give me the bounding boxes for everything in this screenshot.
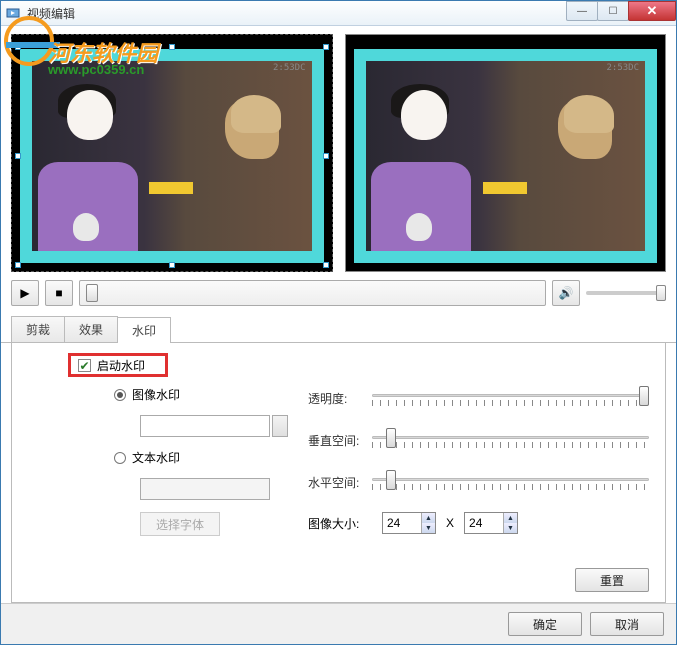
crop-handle-tm[interactable] <box>169 44 175 50</box>
crop-handle-ml[interactable] <box>15 153 21 159</box>
seek-thumb[interactable] <box>86 284 98 302</box>
titlebar[interactable]: 视频编辑 — ☐ ✕ <box>1 1 676 26</box>
crop-handle-br[interactable] <box>323 262 329 268</box>
browse-image-button[interactable] <box>272 415 288 437</box>
text-watermark-input[interactable] <box>140 478 270 500</box>
play-icon: ▶ <box>20 286 29 300</box>
width-down[interactable]: ▼ <box>421 523 435 533</box>
tabs: 剪裁 效果 水印 <box>1 316 676 343</box>
vspace-thumb[interactable] <box>386 428 396 448</box>
vspace-label: 垂直空间: <box>308 432 372 449</box>
opacity-label: 透明度: <box>308 390 372 407</box>
speaker-icon: 🔊 <box>559 286 574 300</box>
crop-handle-mr[interactable] <box>323 153 329 159</box>
seek-slider[interactable] <box>79 280 546 306</box>
width-value: 24 <box>387 516 400 530</box>
stop-icon: ■ <box>55 286 62 300</box>
play-button[interactable]: ▶ <box>11 280 39 306</box>
choose-font-button[interactable]: 选择字体 <box>140 512 220 536</box>
volume-slider[interactable] <box>586 291 666 295</box>
width-spinner[interactable]: 24 ▲ ▼ <box>382 512 436 534</box>
playback-bar: ▶ ■ 🔊 <box>1 276 676 312</box>
cancel-button[interactable]: 取消 <box>590 612 664 636</box>
preview-source[interactable]: 2:53DC <box>11 34 333 272</box>
image-watermark-label: 图像水印 <box>132 386 180 403</box>
maximize-button[interactable]: ☐ <box>597 1 629 21</box>
image-size-label: 图像大小: <box>308 515 372 532</box>
hspace-slider[interactable] <box>372 470 649 494</box>
reset-button[interactable]: 重置 <box>575 568 649 592</box>
height-down[interactable]: ▼ <box>503 523 517 533</box>
window-title: 视频编辑 <box>27 5 75 22</box>
opacity-thumb[interactable] <box>639 386 649 406</box>
height-spinner[interactable]: 24 ▲ ▼ <box>464 512 518 534</box>
crop-handle-tl[interactable] <box>15 44 21 50</box>
crop-handle-tr[interactable] <box>323 44 329 50</box>
app-icon <box>5 5 21 21</box>
image-path-input[interactable] <box>140 415 270 437</box>
hspace-label: 水平空间: <box>308 474 372 491</box>
video-edit-window: 视频编辑 — ☐ ✕ 河东软件园 www.pc0359.cn 2:53DC <box>0 0 677 645</box>
image-watermark-radio[interactable] <box>114 389 126 401</box>
hspace-thumb[interactable] <box>386 470 396 490</box>
width-up[interactable]: ▲ <box>421 513 435 523</box>
tutorial-highlight <box>68 353 168 377</box>
minimize-button[interactable]: — <box>566 1 598 21</box>
mute-button[interactable]: 🔊 <box>552 280 580 306</box>
opacity-slider[interactable] <box>372 386 649 410</box>
tab-effect[interactable]: 效果 <box>64 316 118 342</box>
tab-crop[interactable]: 剪裁 <box>11 316 65 342</box>
preview-result: 2:53DC <box>345 34 667 272</box>
window-controls: — ☐ ✕ <box>567 1 676 21</box>
preview-area: 2:53DC 2:53DC <box>1 26 676 276</box>
crop-handle-bm[interactable] <box>169 262 175 268</box>
crop-handle-bl[interactable] <box>15 262 21 268</box>
close-button[interactable]: ✕ <box>628 1 676 21</box>
watermark-panel: ✔ 启动水印 图像水印 文本水印 <box>11 343 666 603</box>
text-watermark-radio[interactable] <box>114 452 126 464</box>
volume-thumb[interactable] <box>656 285 666 301</box>
stop-button[interactable]: ■ <box>45 280 73 306</box>
dialog-buttons: 确定 取消 <box>1 603 676 644</box>
height-value: 24 <box>469 516 482 530</box>
text-watermark-label: 文本水印 <box>132 449 180 466</box>
size-separator: X <box>446 516 454 530</box>
vspace-slider[interactable] <box>372 428 649 452</box>
ok-button[interactable]: 确定 <box>508 612 582 636</box>
tab-watermark[interactable]: 水印 <box>117 317 171 343</box>
height-up[interactable]: ▲ <box>503 513 517 523</box>
